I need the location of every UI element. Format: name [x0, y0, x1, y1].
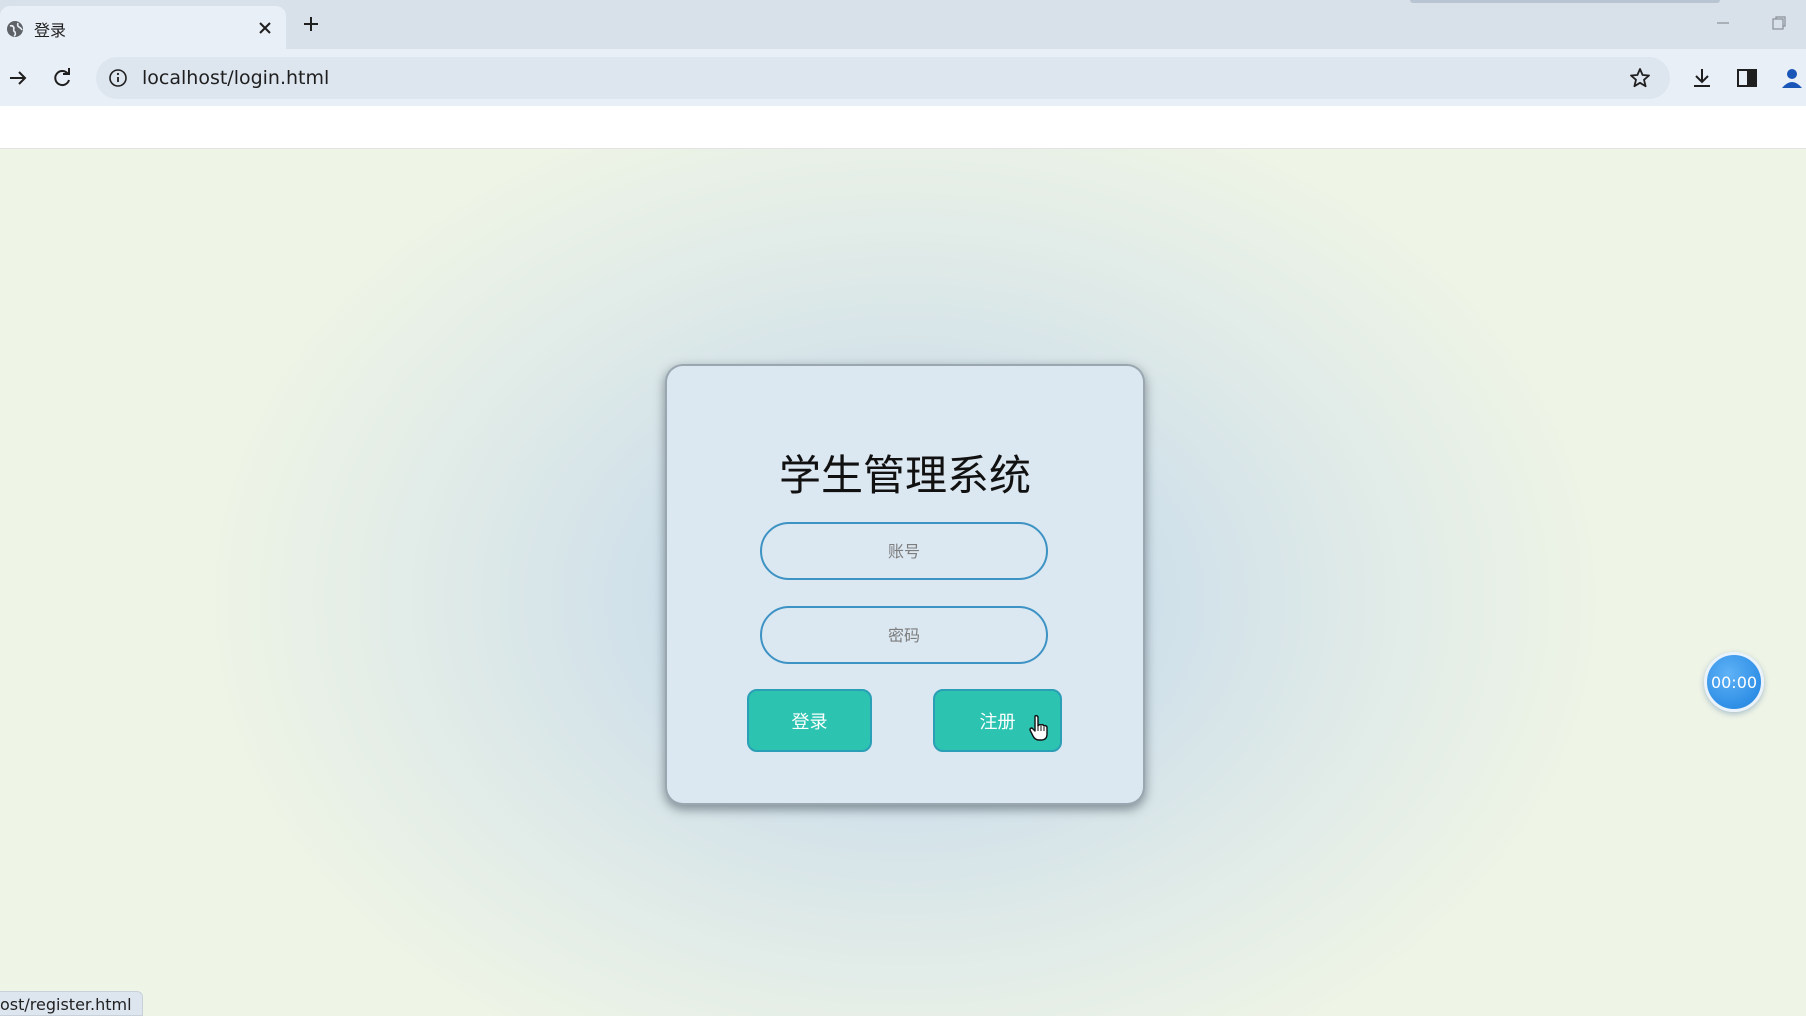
login-card: 学生管理系统 登录 注册	[667, 366, 1143, 803]
bookmarks-bar	[0, 106, 1806, 149]
tab-strip: 登录	[0, 0, 1806, 49]
star-icon[interactable]	[1628, 66, 1652, 90]
info-icon[interactable]	[108, 68, 128, 88]
login-button[interactable]: 登录	[747, 689, 872, 752]
tab-strip-accent	[1410, 0, 1720, 3]
account-input[interactable]	[760, 522, 1048, 580]
browser-tab[interactable]: 登录	[0, 6, 286, 49]
close-icon[interactable]	[255, 18, 275, 38]
profile-icon[interactable]	[1779, 65, 1805, 91]
plus-icon[interactable]	[300, 13, 322, 35]
browser-chrome: 登录 localhost/login.html	[0, 0, 1806, 149]
page-background: 学生管理系统 登录 注册 00:00	[0, 149, 1806, 1016]
restore-icon[interactable]	[1768, 12, 1790, 34]
status-bar: ost/register.html	[0, 991, 143, 1016]
arrow-right-icon[interactable]	[5, 65, 31, 91]
login-title: 学生管理系统	[778, 451, 1031, 500]
side-panel-icon[interactable]	[1734, 65, 1760, 91]
download-icon[interactable]	[1689, 65, 1715, 91]
address-url: localhost/login.html	[142, 67, 330, 89]
hand-cursor-icon	[1029, 714, 1048, 741]
minimize-icon[interactable]	[1712, 12, 1734, 34]
globe-icon	[7, 21, 23, 37]
password-input[interactable]	[760, 606, 1048, 664]
tab-title: 登录	[34, 21, 67, 40]
timer-bubble[interactable]: 00:00	[1704, 652, 1764, 712]
address-bar[interactable]: localhost/login.html	[96, 57, 1670, 99]
reload-icon[interactable]	[49, 65, 75, 91]
